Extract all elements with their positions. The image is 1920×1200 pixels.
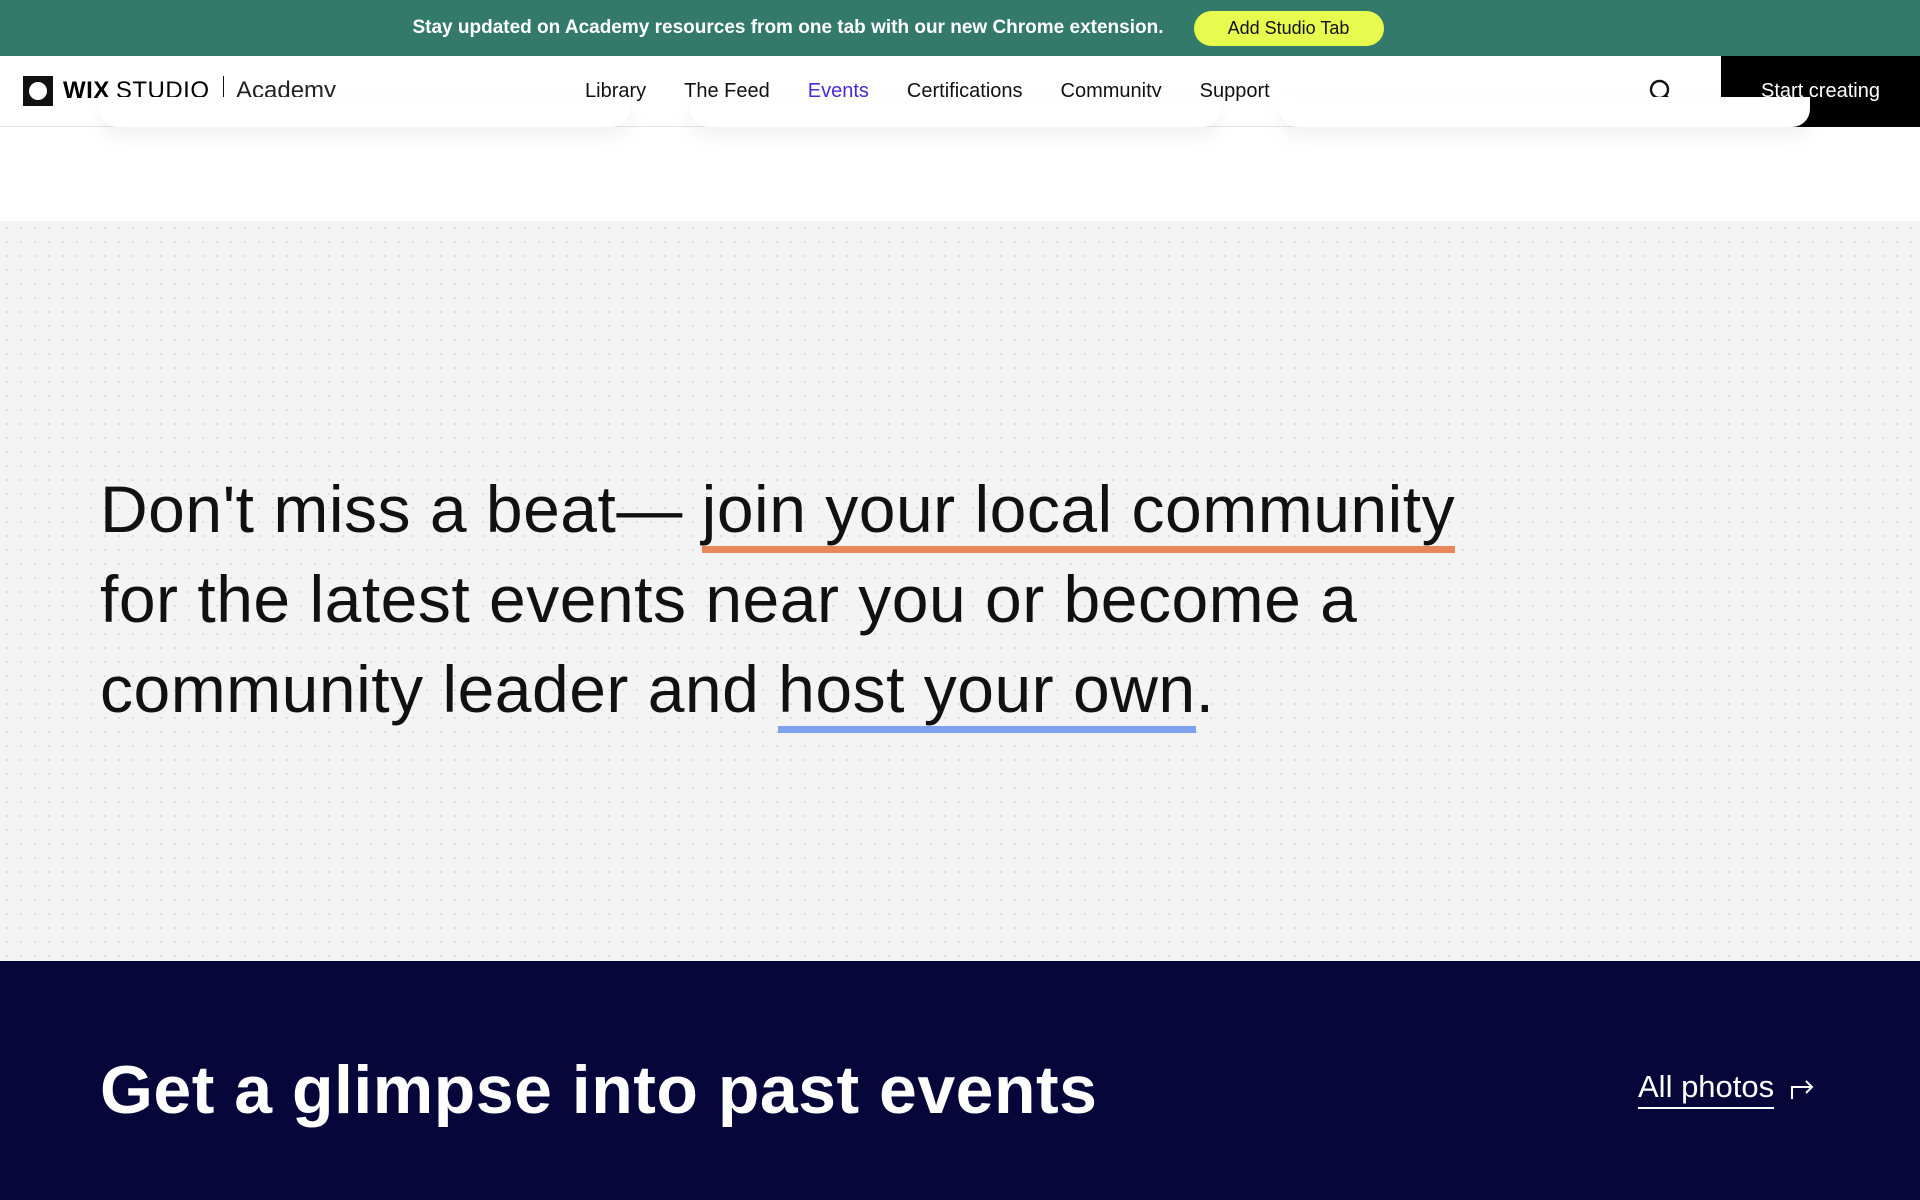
card-edge: [1280, 97, 1810, 127]
past-events-section: Get a glimpse into past events All photo…: [0, 961, 1920, 1200]
cards-bottom-edge: [0, 97, 1920, 221]
promo-text: Stay updated on Academy resources from o…: [412, 17, 1164, 38]
arrow-right-icon: [1791, 1080, 1814, 1099]
statement-part-1: Don't miss a beat—: [100, 472, 702, 546]
statement-part-3: .: [1195, 652, 1215, 726]
card-edge: [690, 97, 1220, 127]
all-photos-link[interactable]: All photos: [1638, 1069, 1816, 1109]
community-section: Don't miss a beat— join your local commu…: [0, 221, 1920, 961]
add-studio-tab-button[interactable]: Add Studio Tab: [1193, 10, 1384, 46]
all-photos-label: All photos: [1638, 1069, 1775, 1109]
community-statement: Don't miss a beat— join your local commu…: [100, 464, 1500, 734]
wix-logo-icon: [23, 76, 53, 106]
host-your-own-link[interactable]: host your own: [778, 652, 1196, 733]
past-events-title: Get a glimpse into past events: [100, 1052, 1098, 1128]
join-local-community-link[interactable]: join your local community: [701, 472, 1456, 553]
card-edge: [100, 97, 630, 127]
promo-banner: Stay updated on Academy resources from o…: [0, 0, 1920, 56]
